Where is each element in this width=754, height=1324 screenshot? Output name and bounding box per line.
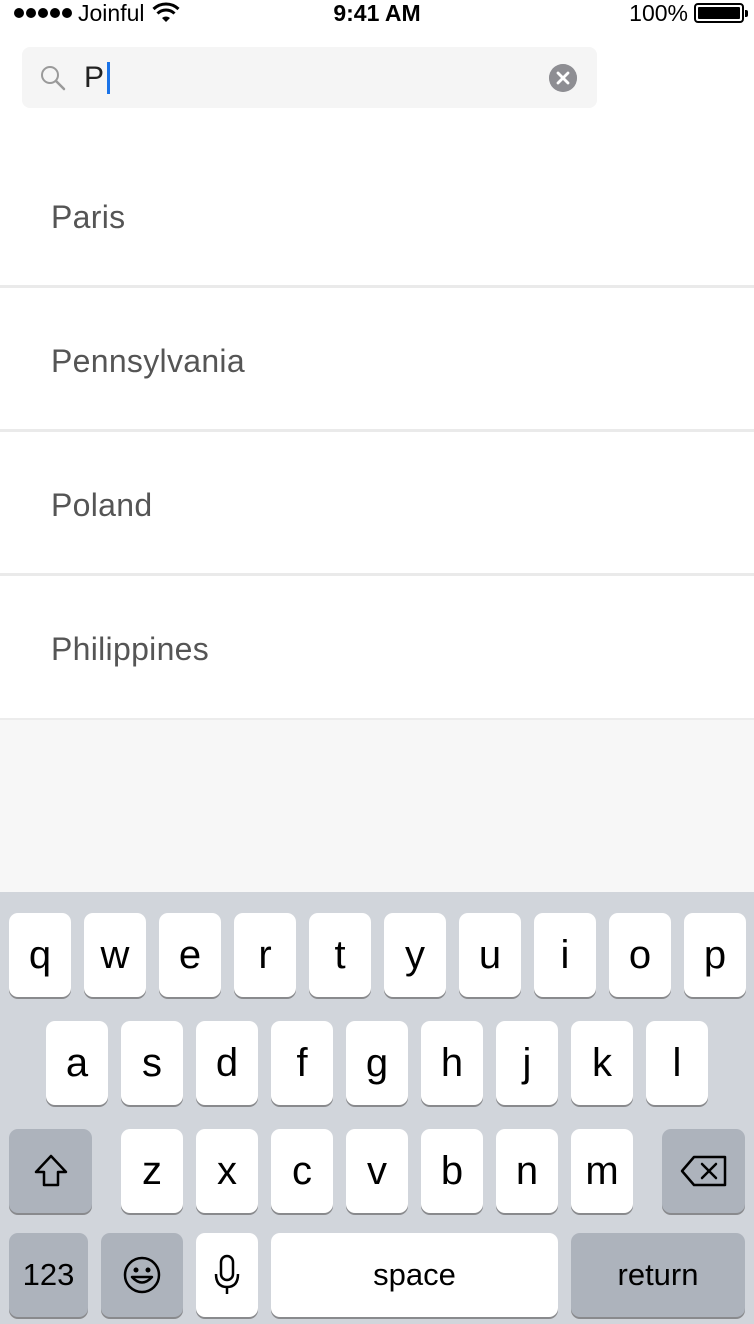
search-field[interactable]: P	[22, 47, 597, 108]
clear-icon[interactable]	[549, 64, 577, 92]
key-p[interactable]: p	[684, 913, 746, 997]
result-item[interactable]: Poland	[0, 432, 754, 576]
search-results-list: Paris Pennsylvania Poland Philippines	[0, 144, 754, 720]
shift-icon	[34, 1154, 67, 1187]
key-v[interactable]: v	[346, 1129, 408, 1213]
key-d[interactable]: d	[196, 1021, 258, 1105]
key-u[interactable]: u	[459, 913, 521, 997]
search-input[interactable]: P	[84, 61, 111, 95]
shift-key[interactable]	[9, 1129, 92, 1213]
emoji-icon	[123, 1256, 161, 1294]
key-z[interactable]: z	[121, 1129, 183, 1213]
key-s[interactable]: s	[121, 1021, 183, 1105]
status-right: 100%	[629, 0, 748, 26]
key-m[interactable]: m	[571, 1129, 633, 1213]
result-label: Poland	[51, 487, 153, 523]
key-b[interactable]: b	[421, 1129, 483, 1213]
key-r[interactable]: r	[234, 913, 296, 997]
key-f[interactable]: f	[271, 1021, 333, 1105]
key-t[interactable]: t	[309, 913, 371, 997]
key-g[interactable]: g	[346, 1021, 408, 1105]
key-i[interactable]: i	[534, 913, 596, 997]
key-x[interactable]: x	[196, 1129, 258, 1213]
return-key[interactable]: return	[571, 1233, 745, 1317]
microphone-key[interactable]	[196, 1233, 258, 1317]
result-label: Pennsylvania	[51, 343, 245, 379]
key-o[interactable]: o	[609, 913, 671, 997]
key-a[interactable]: a	[46, 1021, 108, 1105]
microphone-icon	[214, 1254, 240, 1294]
key-w[interactable]: w	[84, 913, 146, 997]
result-item[interactable]: Paris	[0, 144, 754, 288]
empty-area	[0, 720, 754, 892]
key-l[interactable]: l	[646, 1021, 708, 1105]
text-caret	[107, 62, 111, 94]
result-label: Paris	[51, 199, 126, 235]
key-h[interactable]: h	[421, 1021, 483, 1105]
keyboard: q w e r t y u i o p a s d f g h j k l z …	[0, 892, 754, 1324]
result-item[interactable]: Pennsylvania	[0, 288, 754, 432]
battery-icon	[694, 3, 748, 23]
numbers-key[interactable]: 123	[9, 1233, 88, 1317]
backspace-icon	[680, 1155, 726, 1187]
search-input-text: P	[84, 61, 105, 94]
result-item[interactable]: Philippines	[0, 576, 754, 720]
space-key[interactable]: space	[271, 1233, 558, 1317]
key-y[interactable]: y	[384, 913, 446, 997]
key-n[interactable]: n	[496, 1129, 558, 1213]
key-e[interactable]: e	[159, 913, 221, 997]
search-icon	[41, 66, 66, 91]
key-q[interactable]: q	[9, 913, 71, 997]
emoji-key[interactable]	[101, 1233, 183, 1317]
backspace-key[interactable]	[662, 1129, 745, 1213]
key-c[interactable]: c	[271, 1129, 333, 1213]
status-bar: Joinful 9:41 AM 100%	[0, 0, 754, 26]
key-j[interactable]: j	[496, 1021, 558, 1105]
result-label: Philippines	[51, 631, 210, 667]
battery-percentage: 100%	[629, 0, 688, 26]
key-k[interactable]: k	[571, 1021, 633, 1105]
